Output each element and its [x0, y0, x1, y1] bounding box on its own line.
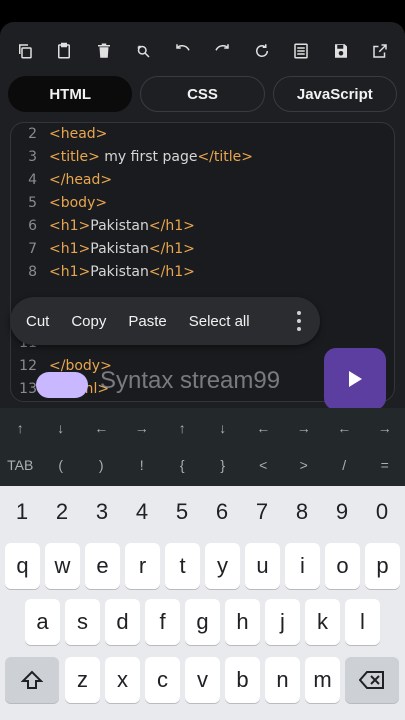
sym-key[interactable]: →	[365, 420, 405, 436]
refresh-icon[interactable]	[247, 36, 277, 66]
more-options-icon[interactable]	[296, 311, 302, 331]
sym-key[interactable]: ↑	[162, 420, 203, 436]
key-e[interactable]: e	[85, 543, 120, 589]
save-icon[interactable]	[326, 36, 356, 66]
code-line: 5 <body>	[28, 195, 108, 211]
trash-icon[interactable]	[89, 36, 119, 66]
sym-key[interactable]: (	[41, 457, 82, 473]
key-s[interactable]: s	[65, 599, 100, 645]
shift-icon	[21, 670, 43, 689]
code-editor-app: HTML CSS JavaScript 2 <head> 3 <title> my …	[0, 22, 405, 410]
backspace-key[interactable]	[345, 657, 399, 703]
soft-keyboard: 1 2 3 4 5 6 7 8 9 0 q w e r t y u i o p …	[0, 486, 405, 720]
key-o[interactable]: o	[325, 543, 360, 589]
status-bar	[0, 0, 405, 22]
sym-key[interactable]: {	[162, 457, 203, 473]
select-all-menu-item[interactable]: Select all	[189, 313, 250, 330]
key-f[interactable]: f	[145, 599, 180, 645]
sym-key[interactable]: <	[243, 457, 284, 473]
sym-key[interactable]: }	[203, 457, 244, 473]
tab-css[interactable]: CSS	[140, 76, 265, 112]
watermark-logo	[36, 372, 88, 398]
number-key[interactable]: 7	[242, 499, 282, 525]
tab-javascript[interactable]: JavaScript	[272, 76, 397, 112]
play-icon	[349, 371, 362, 387]
sym-key[interactable]: ←	[243, 420, 284, 436]
tab-html[interactable]: HTML	[8, 76, 133, 112]
key-c[interactable]: c	[145, 657, 180, 703]
find-replace-icon[interactable]	[128, 36, 158, 66]
editor-toolbar	[10, 36, 395, 66]
backspace-icon	[359, 671, 384, 689]
number-key[interactable]: 3	[82, 499, 122, 525]
number-key[interactable]: 8	[282, 499, 322, 525]
symbol-bar: ↑ ↓ ← → ↑ ↓ ← → ← → TAB ( ) ! { } < > / …	[0, 408, 405, 486]
shift-key[interactable]	[5, 657, 59, 703]
sym-key[interactable]: /	[324, 457, 365, 473]
number-key[interactable]: 9	[322, 499, 362, 525]
text-selection-menu: Cut Copy Paste Select all	[10, 297, 320, 345]
number-key[interactable]: 0	[362, 499, 402, 525]
number-key[interactable]: 1	[2, 499, 42, 525]
key-k[interactable]: k	[305, 599, 340, 645]
sym-key[interactable]: →	[122, 420, 163, 436]
sym-key[interactable]: ↑	[0, 420, 41, 436]
key-a[interactable]: a	[25, 599, 60, 645]
list-icon[interactable]	[286, 36, 316, 66]
key-r[interactable]: r	[125, 543, 160, 589]
run-button[interactable]	[324, 348, 386, 410]
key-l[interactable]: l	[345, 599, 380, 645]
code-line: 4 </head>	[28, 172, 113, 188]
key-u[interactable]: u	[245, 543, 280, 589]
number-key[interactable]: 6	[202, 499, 242, 525]
key-h[interactable]: h	[225, 599, 260, 645]
key-w[interactable]: w	[45, 543, 80, 589]
number-key[interactable]: 4	[122, 499, 162, 525]
sym-key[interactable]: =	[365, 457, 405, 473]
key-v[interactable]: v	[185, 657, 220, 703]
open-external-icon[interactable]	[365, 36, 395, 66]
tab-key[interactable]: TAB	[0, 457, 41, 473]
key-i[interactable]: i	[285, 543, 320, 589]
paste-menu-item[interactable]: Paste	[128, 313, 166, 330]
sym-key[interactable]: ↓	[203, 420, 244, 436]
key-j[interactable]: j	[265, 599, 300, 645]
code-line: 3 <title> my first page</title>	[28, 149, 254, 165]
sym-key[interactable]: →	[284, 420, 325, 436]
key-y[interactable]: y	[205, 543, 240, 589]
sym-key[interactable]: !	[122, 457, 163, 473]
key-n[interactable]: n	[265, 657, 300, 703]
cut-menu-item[interactable]: Cut	[26, 313, 49, 330]
key-g[interactable]: g	[185, 599, 220, 645]
key-q[interactable]: q	[5, 543, 40, 589]
sym-key[interactable]: ←	[81, 420, 122, 436]
copy-icon[interactable]	[10, 36, 40, 66]
number-key[interactable]: 5	[162, 499, 202, 525]
symbol-keys-row: TAB ( ) ! { } < > / =	[0, 457, 405, 473]
sym-key[interactable]: )	[81, 457, 122, 473]
key-z[interactable]: z	[65, 657, 100, 703]
sym-key[interactable]: ↓	[41, 420, 82, 436]
redo-icon[interactable]	[207, 36, 237, 66]
number-key[interactable]: 2	[42, 499, 82, 525]
watermark-text: Syntax stream99	[100, 367, 281, 394]
code-line: 6 <h1>Pakistan</h1>	[28, 218, 195, 234]
undo-icon[interactable]	[168, 36, 198, 66]
key-x[interactable]: x	[105, 657, 140, 703]
key-m[interactable]: m	[305, 657, 340, 703]
code-line: 2 <head>	[28, 126, 108, 142]
sym-key[interactable]: ←	[324, 420, 365, 436]
arrow-keys-row: ↑ ↓ ← → ↑ ↓ ← → ← →	[0, 420, 405, 436]
code-line: 7 <h1>Pakistan</h1>	[28, 241, 195, 257]
copy-menu-item[interactable]: Copy	[71, 313, 106, 330]
key-t[interactable]: t	[165, 543, 200, 589]
key-d[interactable]: d	[105, 599, 140, 645]
sym-key[interactable]: >	[284, 457, 325, 473]
code-line: 8 <h1>Pakistan</h1>	[28, 264, 195, 280]
clipboard-icon[interactable]	[49, 36, 79, 66]
key-p[interactable]: p	[365, 543, 400, 589]
key-b[interactable]: b	[225, 657, 260, 703]
language-tabs: HTML CSS JavaScript	[8, 76, 397, 112]
